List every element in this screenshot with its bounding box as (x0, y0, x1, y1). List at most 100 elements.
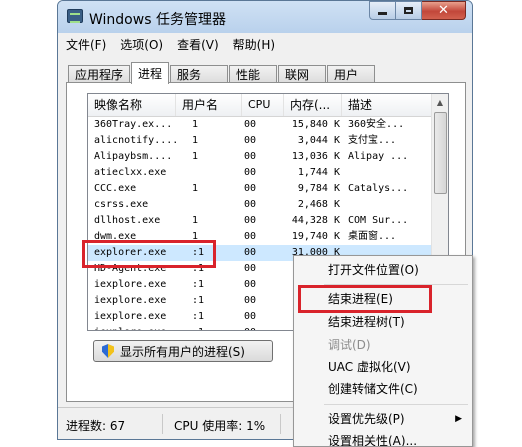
ctx-separator (324, 404, 468, 405)
status-divider (162, 414, 163, 434)
cell-user: 1 (192, 215, 199, 226)
cell-user: 1 (192, 135, 199, 146)
ctx-set-priority[interactable]: 设置优先级(P) ▶ (294, 408, 472, 430)
tab-applications[interactable]: 应用程序 (68, 65, 131, 83)
cell-user: 1 (192, 183, 199, 194)
context-menu: 打开文件位置(O) 结束进程(E) 结束进程树(T) 调试(D) UAC 虚拟化… (293, 255, 473, 447)
menu-bar: 文件(F) 选项(O) 查看(V) 帮助(H) (58, 33, 472, 55)
table-row[interactable]: Alipaybsm.... 1 00 13,036 K Alipay ... (88, 149, 432, 165)
column-cpu[interactable]: CPU (242, 94, 284, 116)
menu-file[interactable]: 文件(F) (66, 36, 106, 53)
ctx-end-process-tree[interactable]: 结束进程树(T) (294, 311, 472, 333)
cell-cpu: 00 (244, 263, 257, 274)
cell-user: 1 (192, 119, 199, 130)
cell-cpu: 00 (244, 325, 274, 330)
cell-name: iexplore.exe (94, 295, 167, 306)
cell-cpu: 00 (244, 279, 257, 290)
cell-mem: 1,744 K (297, 167, 340, 178)
cell-cpu: 00 (244, 311, 257, 322)
submenu-arrow-icon: ▶ (455, 414, 462, 424)
highlight-explorer-row (82, 240, 216, 268)
cell-cpu: 00 (244, 295, 257, 306)
window-title: Windows 任务管理器 (89, 12, 226, 28)
cell-user: :1 (192, 279, 205, 290)
minimize-button[interactable] (369, 1, 396, 20)
close-button[interactable]: ✕ (422, 1, 466, 20)
cell-name: csrss.exe (94, 199, 149, 210)
cell-mem: 13,036 K (291, 151, 340, 162)
table-row[interactable]: atieclxx.exe 00 1,744 K (88, 165, 432, 181)
cell-cpu: 00 (244, 183, 257, 194)
tab-performance[interactable]: 性能 (229, 65, 278, 83)
cell-desc: Catalys... (348, 183, 409, 194)
cell-cpu: 00 (244, 247, 257, 258)
cell-mem: 15,840 K (291, 119, 340, 130)
table-row[interactable]: dllhost.exe 1 00 44,328 K COM Sur... (88, 213, 432, 229)
scroll-up-icon[interactable]: ▲ (432, 94, 448, 110)
uac-shield-icon (102, 344, 114, 358)
table-row[interactable]: 360Tray.ex... 1 00 15,840 K 360安全... (88, 117, 432, 133)
tab-users[interactable]: 用户 (327, 65, 376, 83)
cell-mem: 2,468 K (297, 199, 340, 210)
cell-user (192, 197, 232, 213)
maximize-button[interactable] (396, 1, 422, 20)
cell-cpu: 00 (244, 231, 257, 242)
cell-name: CCC.exe (94, 183, 137, 194)
column-description[interactable]: 描述 (342, 94, 432, 116)
cell-desc: COM Sur... (348, 215, 409, 226)
highlight-end-process (298, 285, 432, 313)
table-row[interactable]: alicnotify.... 1 00 3,044 K 支付宝... (88, 133, 432, 149)
ctx-uac-virtualization[interactable]: UAC 虚拟化(V) (294, 356, 472, 378)
cell-desc: Alipay ... (348, 151, 409, 162)
ctx-debug: 调试(D) (328, 338, 371, 352)
cpu-usage: CPU 使用率: 1% (174, 419, 266, 433)
cell-name: dllhost.exe (94, 215, 161, 226)
status-divider (280, 414, 281, 434)
ctx-create-dump-file[interactable]: 创建转储文件(C) (294, 378, 472, 400)
scrollbar-thumb[interactable] (434, 112, 447, 194)
cell-cpu: 00 (244, 119, 257, 130)
process-count: 进程数: 67 (66, 419, 126, 433)
cell-cpu: 00 (244, 215, 257, 226)
cell-desc: 360安全... (348, 119, 405, 130)
show-all-users-button[interactable]: 显示所有用户的进程(S) (93, 340, 273, 362)
cell-cpu: 00 (244, 199, 257, 210)
tab-networking[interactable]: 联网 (278, 65, 327, 83)
cell-cpu: 00 (244, 167, 257, 178)
cell-name: Alipaybsm.... (94, 151, 173, 162)
cell-name: iexplore.exe (94, 279, 167, 290)
cell-name: iexplore.exe (94, 311, 167, 322)
menu-help[interactable]: 帮助(H) (233, 36, 275, 53)
tab-strip: 应用程序 进程 服务 性能 联网 用户 (68, 61, 376, 84)
ctx-set-affinity[interactable]: 设置相关性(A)... (294, 430, 472, 446)
cell-name: atieclxx.exe (94, 167, 167, 178)
ctx-open-file-location[interactable]: 打开文件位置(O) (294, 259, 472, 281)
cell-desc: 桌面窗... (348, 231, 397, 242)
cell-mem: 44,328 K (291, 215, 340, 226)
cell-name: 360Tray.ex... (94, 119, 173, 130)
table-row[interactable]: CCC.exe 1 00 9,784 K Catalys... (88, 181, 432, 197)
tab-services[interactable]: 服务 (170, 65, 229, 83)
maximize-icon (404, 7, 413, 14)
minimize-icon (378, 12, 387, 15)
window-controls: ✕ (369, 1, 466, 20)
tab-processes[interactable]: 进程 (131, 62, 170, 84)
cell-mem: 3,044 K (297, 135, 340, 146)
column-image-name[interactable]: 映像名称 (88, 94, 176, 116)
cell-cpu: 00 (244, 151, 257, 162)
column-user-name[interactable]: 用户名 (176, 94, 242, 116)
cell-user: 1 (192, 151, 199, 162)
cell-mem: 9,784 K (297, 183, 340, 194)
cell-name: iexplore.exe (94, 325, 176, 330)
menu-view[interactable]: 查看(V) (177, 36, 219, 53)
column-memory[interactable]: 内存(... (284, 94, 342, 116)
ctx-set-priority-label: 设置优先级(P) (328, 412, 405, 426)
menu-options[interactable]: 选项(O) (120, 36, 163, 53)
table-row[interactable]: csrss.exe 00 2,468 K (88, 197, 432, 213)
close-icon: ✕ (438, 3, 449, 18)
title-bar[interactable]: Windows 任务管理器 ✕ (58, 1, 472, 33)
cell-user: :1 (192, 295, 205, 306)
cell-desc (348, 197, 432, 213)
cell-desc: 支付宝... (348, 135, 397, 146)
cell-name: alicnotify.... (94, 135, 176, 146)
